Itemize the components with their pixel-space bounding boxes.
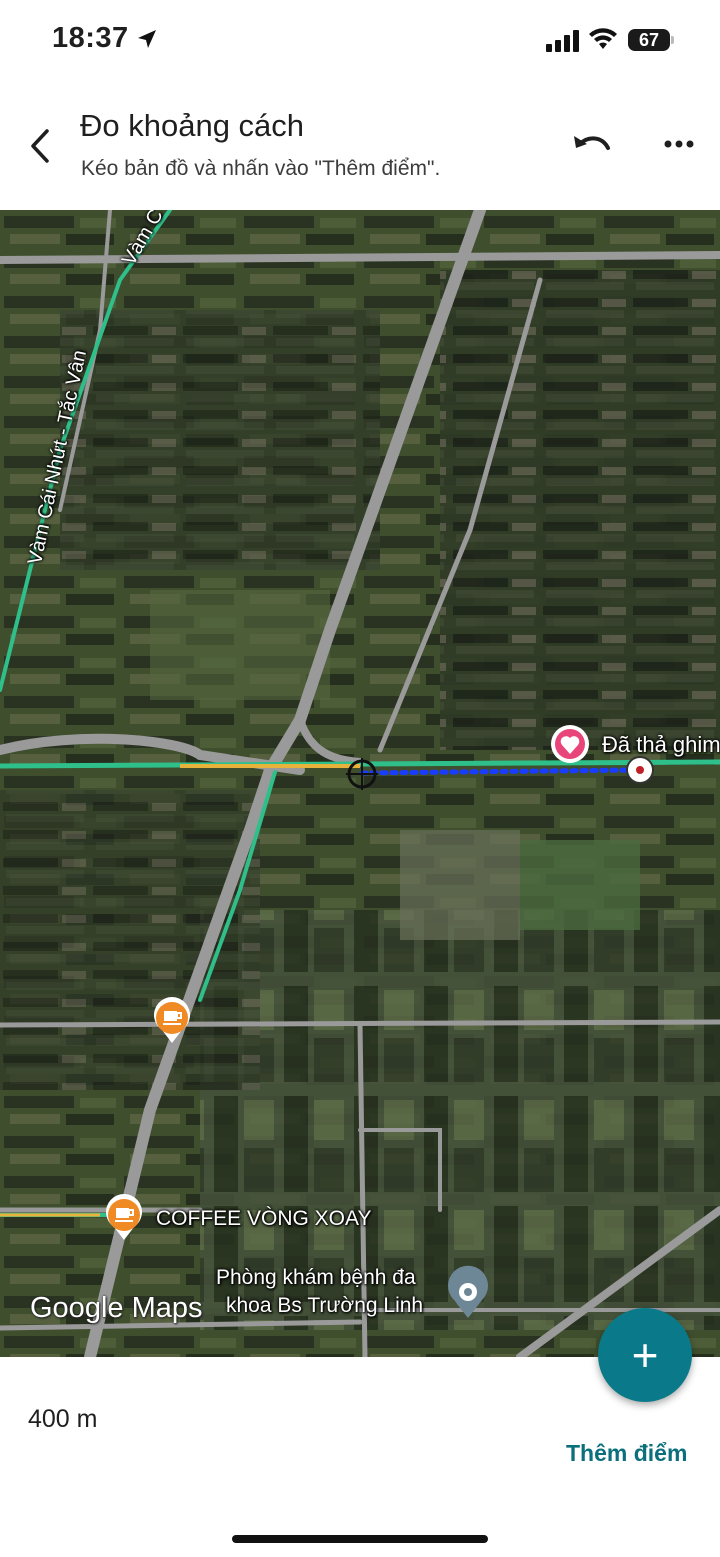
google-maps-logo: Google Maps xyxy=(30,1292,203,1324)
status-bar: 18:37 67 xyxy=(0,0,720,80)
dropped-pin-label: Đã thả ghim xyxy=(602,732,720,757)
measure-line xyxy=(359,767,641,776)
more-options-button[interactable] xyxy=(660,132,700,156)
clinic-label-line1: Phòng khám bệnh đa xyxy=(216,1266,416,1289)
undo-button[interactable] xyxy=(570,130,614,162)
status-time: 18:37 xyxy=(52,22,129,54)
page-subtitle: Kéo bản đồ và nhấn vào "Thêm điểm". xyxy=(81,157,441,180)
coffee-label: COFFEE VÒNG XOAY xyxy=(156,1207,372,1230)
battery-indicator: 67 xyxy=(628,29,670,51)
add-point-button[interactable]: Thêm điểm xyxy=(566,1440,687,1467)
end-point-marker[interactable] xyxy=(626,756,654,784)
dropped-pin-heart-icon[interactable] xyxy=(551,725,589,763)
plus-icon: + xyxy=(631,1329,659,1381)
chevron-left-icon xyxy=(31,129,49,163)
wifi-icon xyxy=(589,28,617,49)
map-canvas xyxy=(0,210,720,1357)
cellular-signal-icon xyxy=(546,30,579,52)
distance-readout: 400 m xyxy=(28,1405,98,1433)
location-arrow-icon xyxy=(138,30,156,48)
more-horizontal-icon xyxy=(664,140,694,148)
page-title: Đo khoảng cách xyxy=(80,108,305,143)
clinic-label-line2: khoa Bs Trường Linh xyxy=(226,1294,424,1317)
satellite-map[interactable]: Vàm Cái Nhứt - Tắc Vân Vàm C Đã thả ghim… xyxy=(0,210,720,1357)
home-indicator[interactable] xyxy=(232,1535,488,1543)
back-button[interactable] xyxy=(20,124,60,168)
battery-tip xyxy=(671,36,674,44)
undo-icon xyxy=(574,136,610,150)
top-app-bar: Đo khoảng cách Kéo bản đồ và nhấn vào "T… xyxy=(0,80,720,210)
add-point-fab[interactable]: + xyxy=(598,1308,692,1402)
